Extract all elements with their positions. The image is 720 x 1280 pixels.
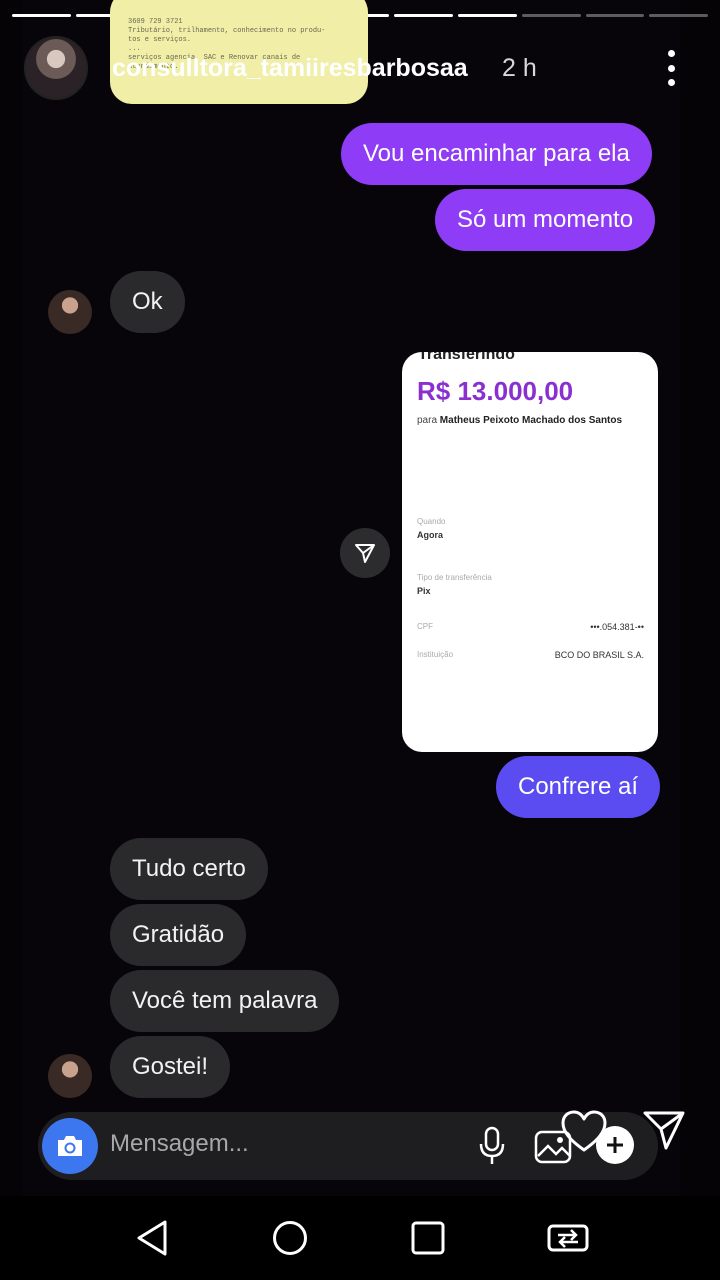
microphone-icon[interactable] [474, 1124, 510, 1168]
progress-segment [521, 14, 581, 17]
outgoing-message: Só um momento [435, 189, 656, 251]
receipt-type-label: Tipo de transferência [417, 573, 492, 582]
like-heart-icon[interactable] [558, 1108, 610, 1156]
receipt-when-label: Quando [417, 517, 446, 526]
incoming-message: Você tem palavra [110, 970, 340, 1032]
back-icon[interactable] [132, 1216, 172, 1260]
system-navigation-bar [0, 1196, 720, 1280]
switch-app-icon[interactable] [546, 1218, 590, 1258]
message-input[interactable]: Mensagem... [110, 1130, 249, 1158]
send-icon [355, 544, 375, 563]
camera-icon [58, 1136, 82, 1156]
camera-button[interactable] [42, 1118, 98, 1174]
outgoing-message: Confrere aí [496, 756, 661, 818]
share-button[interactable] [340, 528, 390, 578]
note-line: ... [128, 45, 141, 53]
receipt-cpf-value: •••.054.381-•• [590, 622, 644, 632]
contact-avatar [48, 1054, 92, 1098]
home-icon[interactable] [270, 1218, 310, 1258]
contact-avatar [48, 290, 92, 334]
recent-apps-icon[interactable] [408, 1218, 448, 1258]
receipt-type-value: Pix [417, 586, 431, 596]
progress-segment [458, 14, 517, 17]
receipt-header: Transferindo [418, 352, 515, 363]
more-options-icon[interactable] [662, 50, 680, 86]
receipt-recipient-name: Matheus Peixoto Machado dos Santos [439, 415, 623, 426]
incoming-message: Tudo certo [110, 838, 268, 900]
receipt-institution-label: Instituição [417, 650, 454, 659]
receipt-when-value: Agora [417, 530, 444, 540]
note-image: 3609 729 3721 Tributário, trilhamento, c… [110, 0, 368, 104]
receipt-amount: R$ 13.000,00 [417, 376, 574, 406]
send-direct-icon[interactable] [640, 1106, 688, 1154]
incoming-message: Gostei! [110, 1036, 231, 1098]
transfer-receipt-image[interactable]: Transferindo R$ 13.000,00 para Matheus P… [402, 352, 658, 752]
story-time: 2 h [502, 54, 537, 82]
receipt-recipient: para Matheus Peixoto Machado dos Santos [417, 414, 647, 428]
outgoing-message: Vou encaminhar para ela [341, 123, 652, 185]
progress-segment [649, 14, 709, 17]
progress-segment [585, 14, 645, 17]
incoming-message: Gratidão [110, 904, 247, 966]
note-line: 3609 729 3721 [128, 18, 183, 26]
incoming-message: Ok [110, 271, 185, 333]
receipt-cpf-label: CPF [417, 622, 433, 631]
note-line: tos e serviços. [128, 36, 192, 44]
progress-segment [12, 14, 71, 17]
note-line: Tributário, trilhamento, conhecimento no… [128, 27, 326, 35]
receipt-para-prefix: para [417, 415, 438, 426]
receipt-institution-value: BCO DO BRASIL S.A. [554, 650, 644, 660]
story-username[interactable]: consulltora_tamiiresbarbosaa [112, 54, 468, 83]
progress-segment [394, 14, 454, 17]
profile-avatar[interactable] [24, 36, 88, 100]
